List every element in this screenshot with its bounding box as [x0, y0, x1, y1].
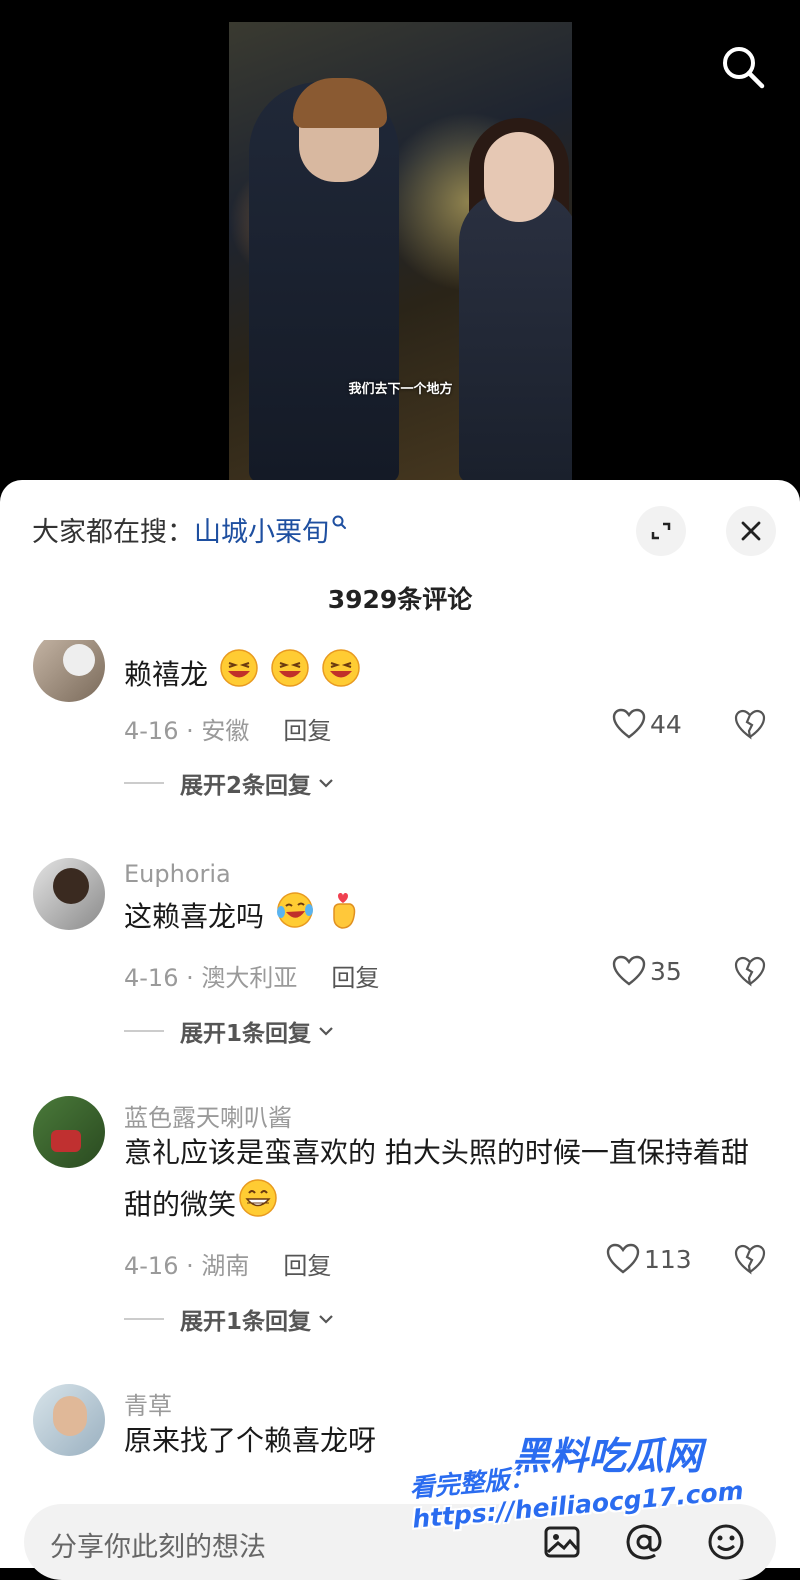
emoji-button[interactable] — [706, 1522, 746, 1566]
dislike-button[interactable] — [734, 1244, 766, 1280]
comment-text[interactable]: 赖禧龙 — [124, 648, 774, 704]
divider-line — [124, 1318, 164, 1320]
close-panel-button[interactable] — [726, 506, 776, 556]
expand-replies-button[interactable]: 展开1条回复 — [124, 1014, 337, 1048]
crying-laughing-emoji — [275, 890, 315, 946]
broken-heart-icon — [734, 709, 766, 740]
comment-body: 赖禧龙 — [124, 658, 209, 691]
avatar-dog-shape — [63, 644, 95, 676]
like-button[interactable]: 35 — [612, 955, 682, 987]
video-player[interactable]: 我们去下一个地方 — [0, 0, 800, 500]
comment-count-title: 3929条评论 — [327, 585, 473, 614]
grinning-emoji — [238, 1178, 278, 1234]
expand-replies-button[interactable]: 展开1条回复 — [124, 1302, 337, 1336]
comment-date-location: 4-16 · 澳大利亚 — [124, 964, 298, 992]
comment-input-bar[interactable]: 分享你此刻的想法 — [24, 1504, 776, 1580]
trending-search[interactable]: 大家都在搜：山城小栗旬 — [32, 510, 347, 549]
chevron-down-icon — [319, 1027, 333, 1036]
video-caption: 我们去下一个地方 — [348, 382, 453, 397]
laughing-emoji — [270, 648, 310, 704]
finger-heart-emoji — [326, 890, 362, 946]
like-button[interactable]: 113 — [606, 1243, 692, 1275]
like-count: 113 — [644, 1244, 692, 1274]
comment-body: 意礼应该是蛮喜欢的 拍大头照的时候一直保持着甜甜的微笑 — [124, 1136, 749, 1221]
dislike-button[interactable] — [734, 709, 766, 745]
avatar[interactable] — [33, 1096, 105, 1168]
expand-replies-label: 展开1条回复 — [180, 1309, 312, 1335]
comment-body: 这赖喜龙吗 — [124, 900, 265, 933]
comment-text[interactable]: 这赖喜龙吗 — [124, 890, 774, 946]
comment-date-location: 4-16 · 湖南 — [124, 1252, 250, 1280]
expand-replies-label: 展开2条回复 — [180, 773, 312, 799]
video-frame[interactable]: 我们去下一个地方 — [229, 22, 572, 480]
search-button[interactable] — [718, 42, 768, 92]
chevron-down-icon — [319, 779, 333, 788]
expand-replies-button[interactable]: 展开2条回复 — [124, 766, 337, 800]
comment-list[interactable]: 赖禧龙 4-16 · 安徽 回复 44 展开2条回复 Euphoria 这赖喜龙… — [0, 640, 800, 1490]
laughing-emoji — [321, 648, 361, 704]
trending-term[interactable]: 山城小栗旬 — [194, 517, 329, 548]
heart-icon — [606, 1243, 640, 1274]
broken-heart-icon — [734, 1244, 766, 1275]
like-button[interactable]: 44 — [612, 708, 682, 740]
comment-text[interactable]: 意礼应该是蛮喜欢的 拍大头照的时候一直保持着甜甜的微笑 — [124, 1128, 774, 1234]
comment-input[interactable]: 分享你此刻的想法 — [50, 1525, 266, 1564]
like-count: 35 — [650, 956, 682, 986]
heart-icon — [612, 955, 646, 986]
avatar[interactable] — [33, 858, 105, 930]
search-icon — [723, 47, 765, 89]
comment-meta: 4-16 · 澳大利亚 回复 — [124, 958, 379, 993]
close-icon — [741, 521, 761, 541]
expand-panel-button[interactable] — [636, 506, 686, 556]
chevron-down-icon — [319, 1315, 333, 1324]
mini-search-icon — [331, 510, 347, 541]
image-icon — [544, 1526, 580, 1558]
avatar-person-shape — [53, 868, 89, 904]
avatar-object-shape — [51, 1130, 81, 1152]
comment-username[interactable]: Euphoria — [124, 860, 231, 888]
divider-line — [124, 782, 164, 784]
dislike-button[interactable] — [734, 956, 766, 992]
comment-meta: 4-16 · 安徽 回复 — [124, 711, 331, 746]
expand-replies-label: 展开1条回复 — [180, 1021, 312, 1047]
trending-prefix: 大家都在搜： — [32, 517, 194, 548]
image-button[interactable] — [542, 1522, 582, 1566]
heart-icon — [612, 708, 646, 739]
comment-panel: 大家都在搜：山城小栗旬 3929条评论 赖禧龙 4-16 · 安徽 回复 44 … — [0, 480, 800, 1568]
divider-line — [124, 1030, 164, 1032]
comment-date-location: 4-16 · 安徽 — [124, 717, 250, 745]
expand-icon — [651, 522, 671, 540]
smiley-icon — [708, 1524, 744, 1560]
woman-figure — [459, 192, 572, 480]
avatar[interactable] — [33, 640, 105, 702]
reply-button[interactable]: 回复 — [331, 964, 379, 992]
reply-button[interactable]: 回复 — [283, 1252, 331, 1280]
reply-button[interactable]: 回复 — [283, 717, 331, 745]
woman-head — [484, 132, 554, 222]
at-icon — [626, 1524, 662, 1560]
avatar[interactable] — [33, 1384, 105, 1456]
avatar-child-shape — [53, 1396, 87, 1436]
like-count: 44 — [650, 709, 682, 739]
comment-meta: 4-16 · 湖南 回复 — [124, 1246, 331, 1281]
laughing-emoji — [219, 648, 259, 704]
broken-heart-icon — [734, 956, 766, 987]
comment-text[interactable]: 原来找了个赖喜龙呀 — [124, 1416, 774, 1466]
mention-button[interactable] — [624, 1522, 664, 1566]
